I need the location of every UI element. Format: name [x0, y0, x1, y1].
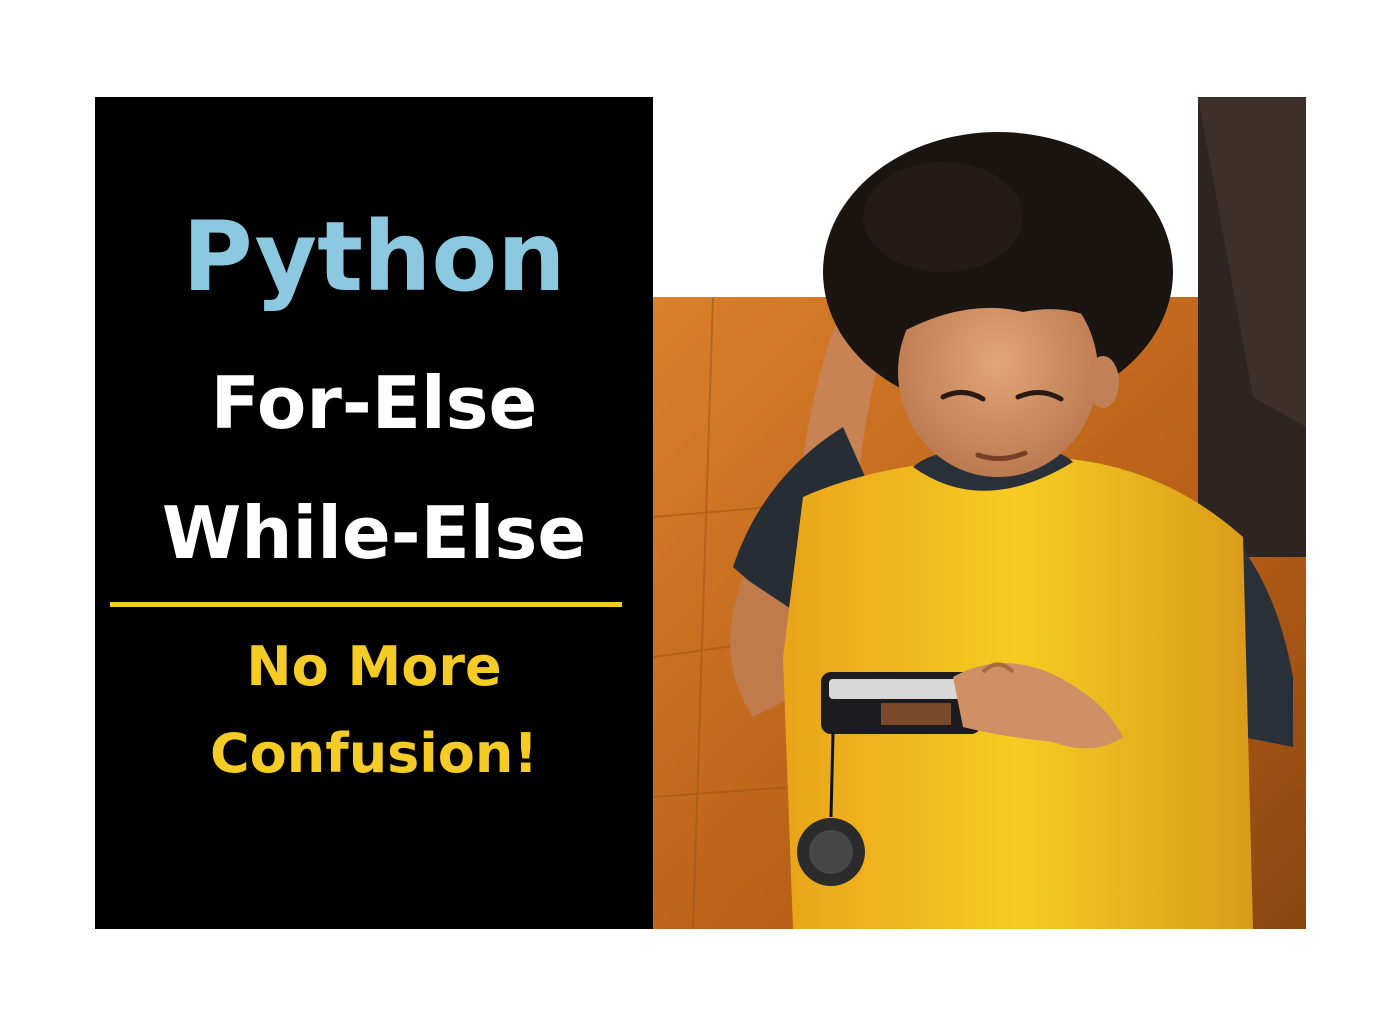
child-illustration: [653, 97, 1306, 929]
python-title: Python: [182, 201, 566, 313]
for-else-title: For-Else: [210, 361, 538, 445]
title-panel: Python For-Else While-Else No More Confu…: [95, 97, 653, 929]
subtitle-line-2: Confusion!: [210, 722, 538, 785]
yellow-divider: [110, 602, 622, 607]
while-else-title: While-Else: [161, 491, 587, 575]
subtitle-line-1: No More: [246, 635, 502, 698]
confused-child-photo: [653, 97, 1306, 929]
